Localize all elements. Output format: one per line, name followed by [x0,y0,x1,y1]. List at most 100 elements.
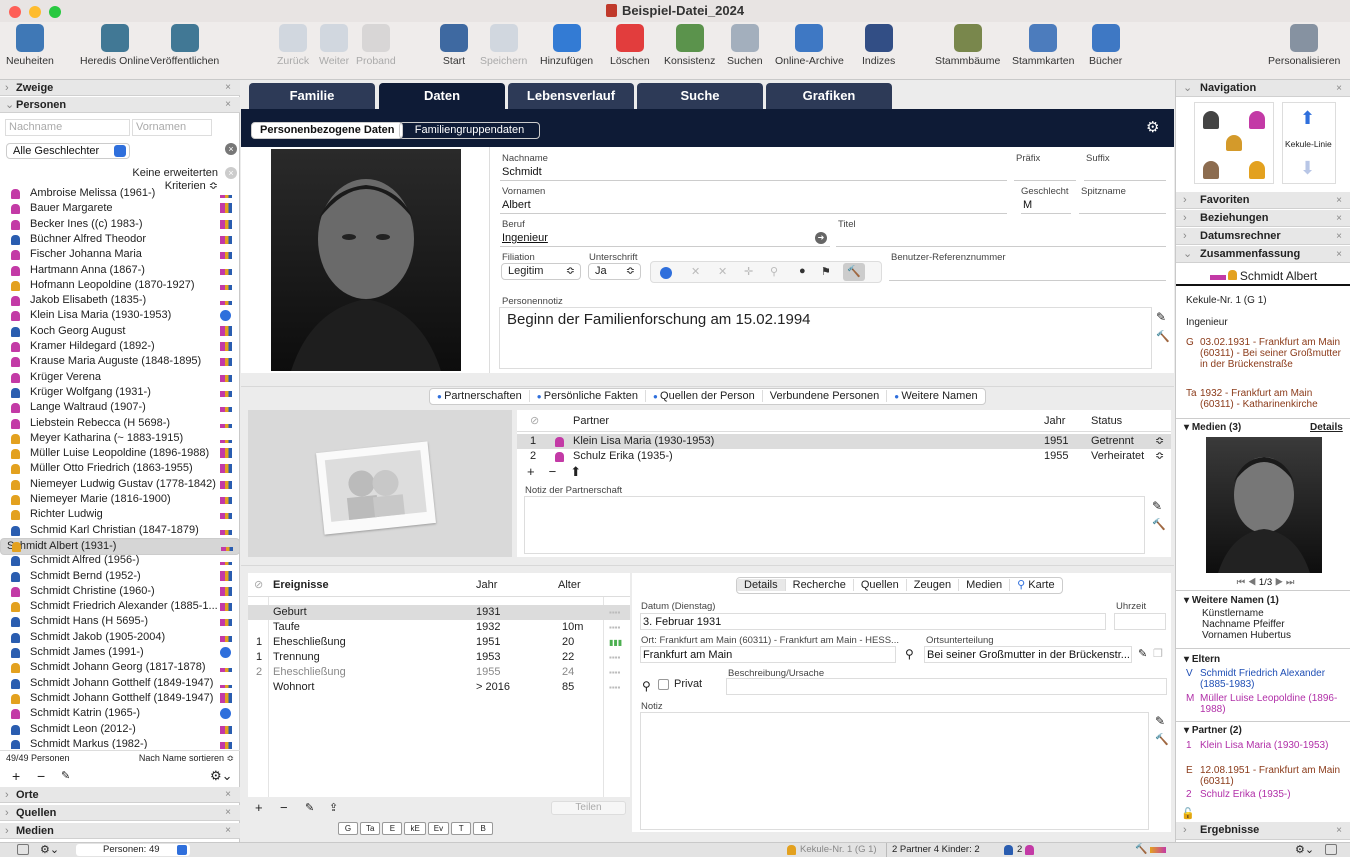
close-icon[interactable]: × [225,97,231,113]
toolbar-save-button[interactable]: Speichern [480,24,527,67]
person-list-item[interactable]: Krüger Verena [0,370,240,385]
praefix-input[interactable] [1014,164,1076,181]
gavel-icon[interactable]: 🔨 [1155,733,1169,746]
partner-note-textarea[interactable] [524,496,1145,554]
close-icon[interactable]: × [225,823,231,839]
branch-icon[interactable]: ✛ [744,265,753,278]
person-list-item[interactable]: Hartmann Anna (1867-) [0,263,240,278]
toolbar-indexes-book-button[interactable]: Indizes [862,24,895,67]
lock-icon[interactable]: 🔓 [1181,807,1195,820]
close-icon[interactable]: × [1336,246,1342,263]
detail-tab[interactable]: Recherche [784,579,853,591]
chevron-updown-icon[interactable]: ≎ [1155,434,1164,449]
section-zusammenfassung[interactable]: ⌄ Zusammenfassung × [1176,246,1350,263]
firstname-filter-input[interactable]: Vornamen [132,119,212,136]
person-list-item[interactable]: Schmidt James (1991-) [0,645,240,660]
event-note-textarea[interactable] [640,712,1149,830]
section-favoriten[interactable]: › Favoriten × [1176,192,1350,209]
person-list-item[interactable]: Jakob Elisabeth (1835-) [0,293,240,308]
chevron-updown-icon[interactable]: ≎ [1155,449,1164,464]
close-icon[interactable]: × [1336,210,1342,227]
arrow-up-icon[interactable]: ⬆ [570,464,581,479]
remove-person-button[interactable]: − [37,766,45,786]
tab-grafiken[interactable]: Grafiken [766,83,892,109]
person-list-item[interactable]: Schmidt Johann Gotthelf (1849-1947) [0,691,240,706]
uhrzeit-input[interactable] [1114,613,1166,630]
spouse-icon[interactable] [1226,135,1242,151]
person-list-item[interactable]: Büchner Alfred Theodor [0,232,240,247]
tab-familie[interactable]: Familie [249,83,375,109]
share-icon[interactable]: ⇪ [329,798,338,818]
geschlecht-input[interactable]: M [1021,197,1071,214]
toolbar-delete-x-button[interactable]: Löschen [610,24,650,67]
event-row[interactable]: Taufe 1932 10m ▪▪▪▪ [248,620,630,635]
gavel-icon[interactable]: 🔨 [1156,330,1170,343]
kekule-line-box[interactable]: ⬆ Kekule-Linie ⬇ [1282,102,1336,184]
datum-input[interactable]: 3. Februar 1931 [640,613,1106,630]
toolbar-family-tree-button[interactable]: Stammbäume [935,24,1000,67]
section-datumsrechner[interactable]: › Datumsrechner × [1176,228,1350,245]
person-list-item[interactable]: Meyer Katharina (~ 1883-1915) [0,431,240,446]
partner-header[interactable]: ▾ Partner (2) [1184,725,1242,736]
close-window-button[interactable] [9,6,21,18]
col-alter[interactable]: Alter [558,573,581,597]
search-person-icon[interactable]: ⚲ [770,265,778,278]
confidential-person-icon[interactable]: ⚲ [642,679,651,693]
pencil-icon[interactable]: ✎ [305,798,314,818]
ort-input[interactable]: Frankfurt am Main [640,646,896,663]
father-icon[interactable] [1203,111,1219,129]
section-ergebnisse[interactable]: › Ergebnisse × [1176,822,1350,840]
section-orte[interactable]: › Orte × [0,787,240,803]
arrow-up-icon[interactable]: ⬆ [1300,108,1315,129]
person-list-item[interactable]: Niemeyer Marie (1816-1900) [0,492,240,507]
branch-icon[interactable]: ✕ [691,265,700,278]
person-list-item[interactable]: Kramer Hildegard (1892-) [0,339,240,354]
summary-taufe[interactable]: Ta 1932 - Frankfurt am Main (60311) - Kat… [1186,388,1346,410]
minimize-window-button[interactable] [29,6,41,18]
summary-mutter[interactable]: M Müller Luise Leopoldine (1896-1988) [1186,693,1346,715]
clear-criteria-icon[interactable]: × [225,167,237,179]
toolbar-customize-tools-button[interactable]: Personalisieren [1268,24,1340,67]
splitter[interactable] [241,565,1174,571]
person-list-item[interactable]: Bauer Margarete [0,201,240,216]
close-icon[interactable]: × [1336,228,1342,245]
tab-daten[interactable]: Daten [379,83,505,109]
person-list-item[interactable]: Becker Ines ((c) 1983-) [0,217,240,232]
copy-icon[interactable]: ❐ [1153,647,1163,660]
personen-count-select[interactable]: Personen: 49 [76,844,190,856]
tab-personenbezogene-daten[interactable]: Personenbezogene Daten [251,122,404,139]
toolbar-books-button[interactable]: Bücher [1089,24,1122,67]
check-circle-icon[interactable] [660,267,672,279]
partner-tab[interactable]: Verbundene Personen [761,390,887,402]
person-list-item[interactable]: Lange Waltraud (1907-) [0,400,240,415]
toolbar-publish-button[interactable]: Veröffentlichen [150,24,219,67]
arrow-down-icon[interactable]: ⬇ [1300,158,1315,179]
person-list-item[interactable]: Schmidt Katrin (1965-) [0,706,240,721]
gavel-icon[interactable]: 🔨 [843,263,865,281]
eltern-header[interactable]: ▾ Eltern [1184,654,1220,665]
first-icon[interactable]: ⏮ [1237,577,1248,588]
toolbar-consistency-check-button[interactable]: Konsistenz [664,24,715,67]
person-list-item[interactable]: Liebstein Rebecca (H 5698-) [0,416,240,431]
person-list-item[interactable]: Koch Georg August [0,324,240,339]
medien-details-link[interactable]: Details [1310,422,1343,433]
unterschrift-select[interactable]: Ja ≎ [588,263,641,280]
partner-photo-placeholder[interactable] [248,410,512,557]
person-list-item[interactable]: Schmidt Christine (1960-) [0,584,240,599]
person-list-item[interactable]: Hofmann Leopoldine (1870-1927) [0,278,240,293]
person-list-item[interactable]: Niemeyer Ludwig Gustav (1778-1842) [0,477,240,492]
partner-tab[interactable]: ● Persönliche Fakten [528,390,645,402]
person-list-item[interactable]: Schmidt Markus (1982-) [0,737,240,749]
partner-tab[interactable]: ● Partnerschaften [430,390,529,402]
gavel-icon[interactable]: 🔨 [1152,518,1166,531]
person-list-item[interactable]: Fischer Johanna Maria [0,247,240,262]
person-list-item[interactable]: Ambroise Melissa (1961-) [0,186,240,201]
person-list-item[interactable]: Müller Otto Friedrich (1863-1955) [0,461,240,476]
remove-event-button[interactable]: − [280,798,288,818]
section-medien[interactable]: › Medien × [0,823,240,839]
close-icon[interactable]: × [1336,822,1342,839]
summary-vater[interactable]: V Schmidt Friedrich Alexander (1885-1983) [1186,668,1346,690]
pencil-icon[interactable]: ✎ [1152,499,1162,513]
person-list-item[interactable]: Klein Lisa Maria (1930-1953) [0,308,240,323]
person-list-item[interactable]: Schmidt Johann Georg (1817-1878) [0,660,240,675]
